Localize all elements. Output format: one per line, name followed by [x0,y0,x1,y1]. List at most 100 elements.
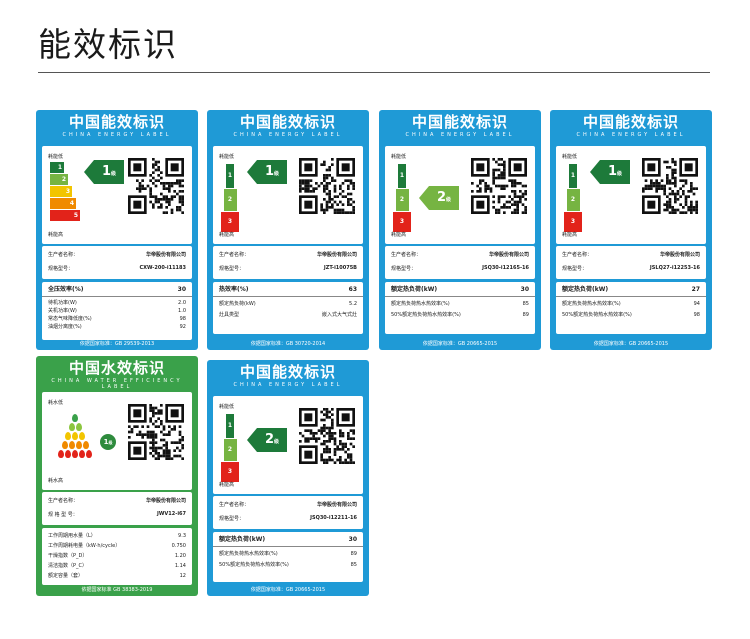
scale-bar-2: 2 [223,189,237,211]
energy-label-gas-stove: 中国能效标识 CHINA ENERGY LABEL 耗能低 1 2 3 1级 耗… [207,110,369,350]
grade-arrow-icon: 1级 [247,160,289,184]
data-row: 额定热负荷热水热效率(%) 89 [213,549,363,560]
data-value: 30 [177,286,186,293]
label-header: 中国能效标识 CHINA ENERGY LABEL [379,110,541,146]
grade-arrow-icon: 2级 [247,428,289,452]
producer-row: 生产者名称： 华帝股份有限公司 [219,251,357,258]
model-label: 规格型号： [562,266,588,272]
data-key: 干燥指数（P_D） [48,553,88,559]
data-row: 热效率(%) 63 [213,282,363,297]
rating-panel: 耗能低 1 2 3 2级 耗能高 [385,146,535,244]
energy-scale: 1 2 3 [221,164,239,233]
scale-bar-3: 3 [50,186,72,197]
data-value: 0.750 [171,543,186,549]
data-value: 30 [520,286,529,293]
data-row: 油烟分离度(%) 92 [42,323,192,331]
model-label: 规 格 型 号： [48,512,78,518]
producer-value: 华帝股份有限公司 [145,252,186,258]
data-row: 干燥指数（P_D） 1.20 [42,551,192,561]
scale-bar-3: 3 [393,212,411,232]
data-value: 9.3 [178,533,186,539]
data-key: 工作周期用水量（L） [48,533,96,539]
data-value: 85 [522,301,529,307]
data-row: 额定热负荷(kW) 27 [556,282,706,297]
label-header-en: CHINA ENERGY LABEL [233,382,343,388]
grade-arrow-icon: 1级 [84,160,126,184]
data-panel: 额定热负荷(kW) 30 额定热负荷热水热效率(%) 85 50%额定热负荷热水热效… [385,282,535,334]
grade-unit: 级 [274,171,280,177]
producer-value: 华帝股份有限公司 [145,498,186,504]
model-row: 规格型号： CXW-200-i11183 [48,265,186,272]
data-key: 热效率(%) [219,286,249,293]
rank-high-text: 耗能高 [48,232,64,238]
rank-high-text: 耗能高 [391,232,407,238]
producer-label: 生产者名称： [219,502,250,508]
data-panel: 额定热负荷(kW) 27 额定热负荷热水热效率(%) 94 50%额定热负荷热水热效… [556,282,706,334]
qr-code-icon [642,158,698,214]
producer-label: 生产者名称： [219,252,250,258]
data-value: 89 [522,312,529,318]
label-footer: 依据国家标准：GB 30720-2014 [250,341,326,347]
rank-high-text: 耗能高 [219,232,235,238]
data-value: 2.0 [178,300,186,306]
model-label: 规格型号： [219,516,245,522]
rank-high-text: 耗水高 [48,478,64,484]
label-header-en: CHINA ENERGY LABEL [576,132,686,138]
label-header: 中国能效标识 CHINA ENERGY LABEL [550,110,712,146]
data-key: 额定容量（套） [48,573,84,579]
rank-low-text: 耗能低 [562,154,578,160]
data-value: 1.20 [174,553,186,559]
data-row: 额定容量（套） 12 [42,571,192,581]
data-row: 50%额定热负荷热水热效率(%) 85 [213,560,363,571]
energy-scale: 1 2 3 [393,164,411,233]
energy-label-range-hood: 中国能效标识 CHINA ENERGY LABEL 耗能低 1 2 3 4 5 … [36,110,198,350]
label-header: 中国能效标识 CHINA ENERGY LABEL [36,110,198,146]
scale-bar-5: 5 [50,210,80,221]
data-key: 待机功率(W) [48,300,77,306]
data-row: 额定热负荷热水热效率(%) 85 [385,299,535,310]
qr-code-icon [471,158,527,214]
producer-panel: 生产者名称： 华帝股份有限公司 规 格 型 号： JWV12-i67 [42,492,192,525]
qr-code-icon [299,158,355,214]
data-key: 额定热负荷(kW) [219,536,266,543]
data-panel: 工作周期用水量（L） 9.3 工作周期耗电量（kW·h/cycle） 0.750 干… [42,528,192,585]
scale-bar-1: 1 [569,164,577,188]
data-key: 额定热负荷(kW) [562,286,609,293]
label-footer: 依据国家标准 GB 38383-2019 [81,587,153,593]
data-key: 关机功率(W) [48,308,77,314]
producer-panel: 生产者名称： 华帝股份有限公司 规格型号： JSQ30-i12165-16 [385,246,535,279]
producer-row: 生产者名称： 华帝股份有限公司 [48,497,186,504]
data-key: 50%额定热负荷热水热效率(%) [562,312,632,318]
data-row: 50%额定热负荷热水热效率(%) 89 [385,310,535,321]
data-panel: 全压效率(%) 30 待机功率(W) 2.0 关机功率(W) 1.0 常态气味降低度(… [42,282,192,340]
model-label: 规格型号： [391,266,417,272]
data-key: 50%额定热负荷热水热效率(%) [219,562,289,568]
grade-unit: 级 [108,440,113,445]
qr-code-icon [128,404,184,460]
data-value: 92 [179,324,186,330]
producer-value: 华帝股份有限公司 [488,252,529,258]
data-key: 额定热负荷热水热效率(%) [562,301,621,307]
label-header-cn: 中国水效标识 [68,359,165,377]
data-value: 27 [691,286,700,293]
label-footer: 依据国家标准：GB 20665-2015 [593,341,669,347]
data-row: 全压效率(%) 30 [42,282,192,297]
data-row: 工作周期用水量（L） 9.3 [42,531,192,541]
model-row: 规格型号： JSQ30-i12211-16 [219,515,357,522]
producer-value: 华帝股份有限公司 [316,502,357,508]
label-header-cn: 中国能效标识 [68,113,165,131]
producer-row: 生产者名称： 华帝股份有限公司 [391,251,529,258]
producer-panel: 生产者名称： 华帝股份有限公司 规格型号： CXW-200-i11183 [42,246,192,279]
scale-bar-2: 2 [395,189,409,211]
data-row: 额定热负荷(kW) 30 [385,282,535,297]
model-row: 规格型号： JSQ30-i12165-16 [391,265,529,272]
model-label: 规格型号： [219,266,245,272]
grade-unit: 级 [617,171,623,177]
title-divider [38,72,710,73]
rank-high-text: 耗能高 [562,232,578,238]
label-header-en: CHINA WATER EFFICIENCY LABEL [51,378,183,390]
data-row: 额定热负荷(kW) 5.2 [213,299,363,310]
producer-row: 生产者名称： 华帝股份有限公司 [219,501,357,508]
grade-unit: 级 [274,439,280,445]
data-key: 额定热负荷热水热效率(%) [391,301,450,307]
